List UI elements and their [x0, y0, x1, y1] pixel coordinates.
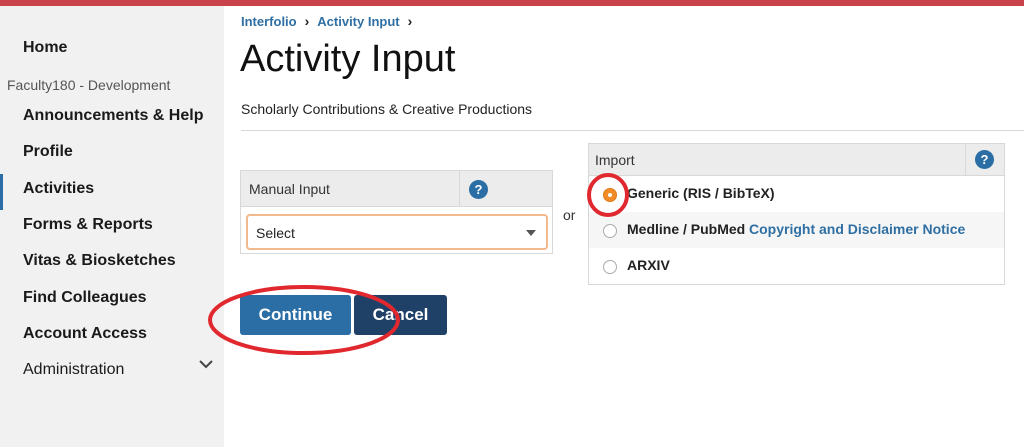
- import-option-generic[interactable]: Generic (RIS / BibTeX): [589, 176, 1004, 212]
- breadcrumb-activity-input[interactable]: Activity Input: [317, 14, 399, 29]
- import-option-arxiv[interactable]: ARXIV: [589, 248, 1004, 284]
- manual-input-label: Manual Input: [249, 181, 330, 197]
- sidebar-item-administration[interactable]: Administration: [23, 360, 124, 380]
- chevron-right-icon: ›: [407, 13, 413, 29]
- manual-input-panel: Manual Input ? Select: [240, 170, 553, 254]
- import-option-label: Medline / PubMed: [627, 221, 746, 237]
- breadcrumb: Interfolio › Activity Input ›: [241, 13, 412, 29]
- import-option-label: Generic (RIS / BibTeX): [627, 185, 775, 201]
- header-divider: [965, 144, 966, 176]
- sidebar-item-find-colleagues[interactable]: Find Colleagues: [23, 288, 147, 308]
- sidebar-item-activities[interactable]: Activities: [23, 179, 94, 199]
- radio-medline[interactable]: [603, 224, 617, 238]
- import-panel: Import ? Generic (RIS / BibTeX) Medline …: [588, 143, 1005, 285]
- cancel-button[interactable]: Cancel: [354, 295, 447, 335]
- activity-type-select[interactable]: Select: [246, 214, 548, 250]
- copyright-disclaimer-link[interactable]: Copyright and Disclaimer Notice: [749, 221, 965, 237]
- continue-button[interactable]: Continue: [240, 295, 351, 335]
- sidebar-item-account-access[interactable]: Account Access: [23, 324, 147, 344]
- import-label: Import: [595, 152, 635, 168]
- active-indicator: [0, 174, 3, 210]
- sidebar-item-announcements[interactable]: Announcements & Help: [23, 106, 203, 126]
- chevron-down-icon[interactable]: [198, 358, 214, 370]
- radio-generic[interactable]: [603, 188, 617, 202]
- sidebar-item-home[interactable]: Home: [23, 38, 67, 58]
- sidebar-item-forms-reports[interactable]: Forms & Reports: [23, 215, 153, 235]
- page-subtitle: Scholarly Contributions & Creative Produ…: [241, 101, 533, 117]
- divider: [241, 130, 1024, 131]
- sidebar-item-vitas[interactable]: Vitas & Biosketches: [23, 251, 176, 271]
- import-option-label: ARXIV: [627, 257, 670, 273]
- header-divider: [459, 171, 460, 207]
- sidebar-item-profile[interactable]: Profile: [23, 142, 73, 162]
- help-icon[interactable]: ?: [469, 180, 488, 199]
- breadcrumb-interfolio[interactable]: Interfolio: [241, 14, 297, 29]
- sidebar-section-faculty180: Faculty180 - Development: [7, 77, 171, 93]
- import-option-medline[interactable]: Medline / PubMed Copyright and Disclaime…: [589, 212, 1004, 248]
- radio-arxiv[interactable]: [603, 260, 617, 274]
- import-header: Import ?: [589, 144, 1004, 176]
- chevron-right-icon: ›: [304, 13, 310, 29]
- or-separator: or: [563, 207, 576, 223]
- manual-input-header: Manual Input ?: [241, 171, 552, 207]
- caret-down-icon: [526, 230, 536, 236]
- sidebar: Home Faculty180 - Development Announceme…: [0, 6, 224, 447]
- select-value: Select: [256, 225, 295, 241]
- page-title: Activity Input: [240, 38, 456, 80]
- help-icon[interactable]: ?: [975, 150, 994, 169]
